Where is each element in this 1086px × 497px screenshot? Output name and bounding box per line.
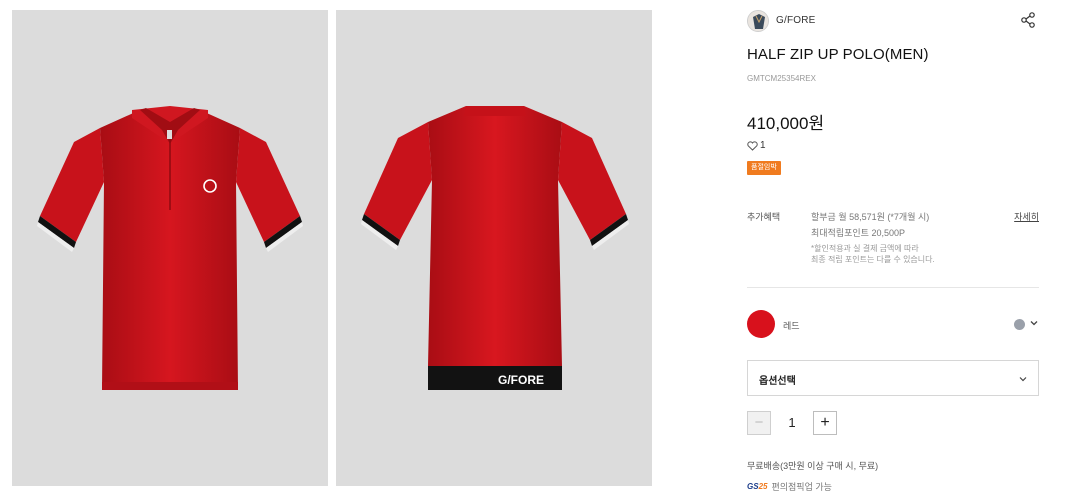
- polo-front-illustration: [37, 106, 303, 390]
- back-print-text: G/FORE: [498, 373, 544, 387]
- option-select-label: 옵션선택: [759, 376, 796, 387]
- points-text: 최대적립포인트 20,500P: [811, 228, 905, 238]
- product-code: GMTCM25354REX: [747, 74, 816, 83]
- option-select[interactable]: 옵션선택: [747, 360, 1039, 396]
- benefits-note-line-2: 최종 적립 포인트는 다를 수 있습니다.: [811, 255, 935, 264]
- color-swatch-red[interactable]: [747, 310, 775, 338]
- quantity-value[interactable]: 1: [779, 411, 805, 435]
- status-badge: 품절임박: [747, 161, 781, 175]
- brand-name[interactable]: G/FORE: [776, 15, 816, 26]
- heart-icon: [747, 140, 758, 151]
- polo-back-illustration: G/FORE: [361, 106, 629, 390]
- color-selector: 레드: [747, 310, 1039, 338]
- brand-row: G/FORE: [747, 10, 1039, 32]
- like-button[interactable]: 1: [747, 140, 766, 151]
- benefits-note: *할인적용과 실 결제 금액에 따라 최종 적립 포인트는 다를 수 있습니다.: [811, 243, 1011, 265]
- product-info-panel: G/FORE HALF ZIP UP POLO(MEN) GMTCM25354R…: [747, 0, 1039, 497]
- pickup-info: GS25 편의점픽업 가능: [747, 480, 832, 493]
- color-swatch-gray[interactable]: [1014, 319, 1025, 330]
- share-icon[interactable]: [1019, 11, 1037, 29]
- benefits-note-line-1: *할인적용과 실 결제 금액에 따라: [811, 244, 919, 253]
- product-price: 410,000원: [747, 114, 825, 133]
- section-divider: [747, 287, 1039, 288]
- shipping-info: 무료배송(3만원 이상 구매 시, 무료): [747, 461, 879, 471]
- like-count: 1: [760, 140, 766, 151]
- chevron-down-icon[interactable]: [1029, 318, 1039, 328]
- brand-avatar-icon[interactable]: [747, 10, 769, 32]
- gs25-logo: GS25: [747, 482, 768, 491]
- product-image-front[interactable]: [12, 10, 328, 486]
- product-title: HALF ZIP UP POLO(MEN): [747, 46, 929, 63]
- product-image-back[interactable]: G/FORE: [336, 10, 652, 486]
- benefits-detail-link[interactable]: 자세히: [1014, 210, 1039, 223]
- pickup-text: 편의점픽업 가능: [771, 482, 832, 492]
- installment-text: 할부금 월 58,571원 (*7개월 시): [811, 212, 930, 222]
- quantity-decrease-button[interactable]: −: [747, 411, 771, 435]
- benefits-label: 추가혜택: [747, 212, 781, 222]
- quantity-increase-button[interactable]: +: [813, 411, 837, 435]
- chevron-down-icon: [1019, 377, 1027, 382]
- color-name: 레드: [783, 321, 800, 331]
